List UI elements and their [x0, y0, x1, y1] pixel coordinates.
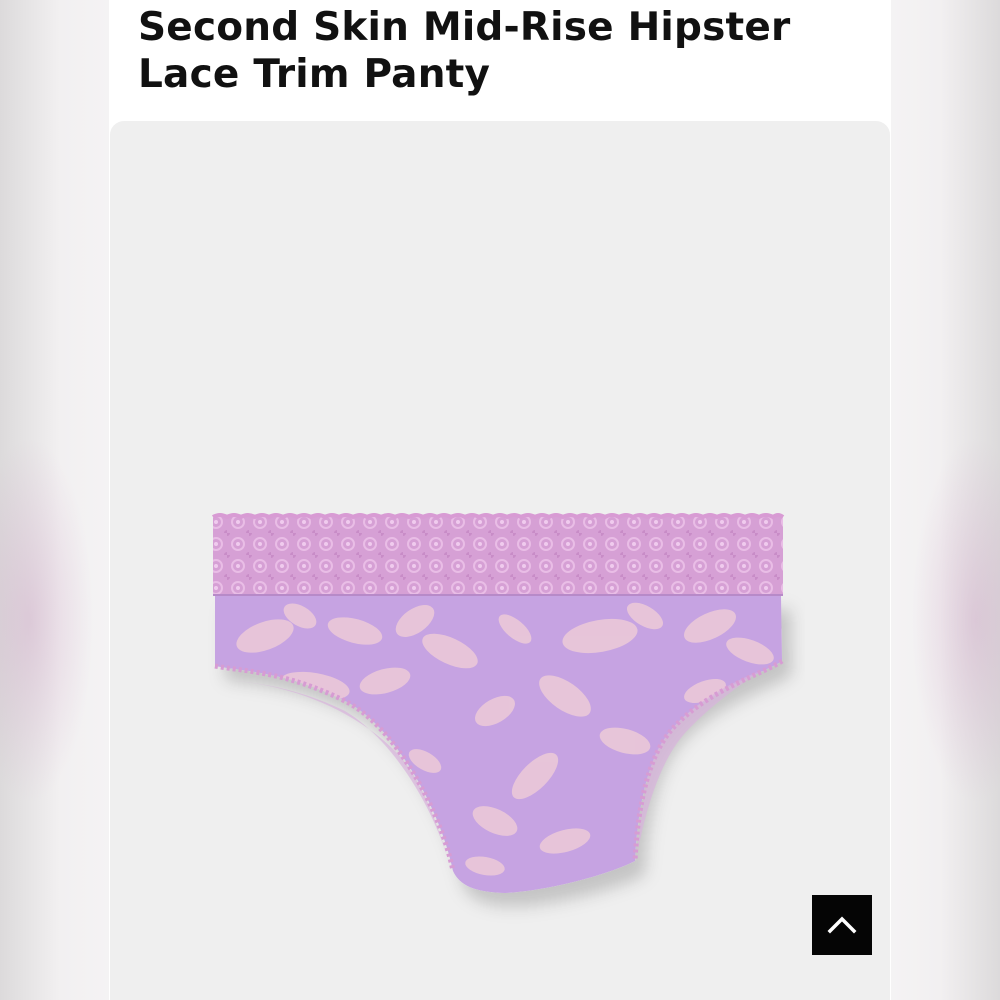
lace-waistband	[213, 517, 783, 595]
product-image	[212, 513, 785, 893]
product-image-card[interactable]	[110, 121, 890, 1000]
scroll-to-top-button[interactable]	[812, 895, 872, 955]
chevron-up-icon	[827, 916, 857, 934]
product-title: Second Skin Mid-Rise Hipster Lace Trim P…	[138, 5, 791, 97]
product-page: Second Skin Mid-Rise Hipster Lace Trim P…	[109, 0, 891, 1000]
